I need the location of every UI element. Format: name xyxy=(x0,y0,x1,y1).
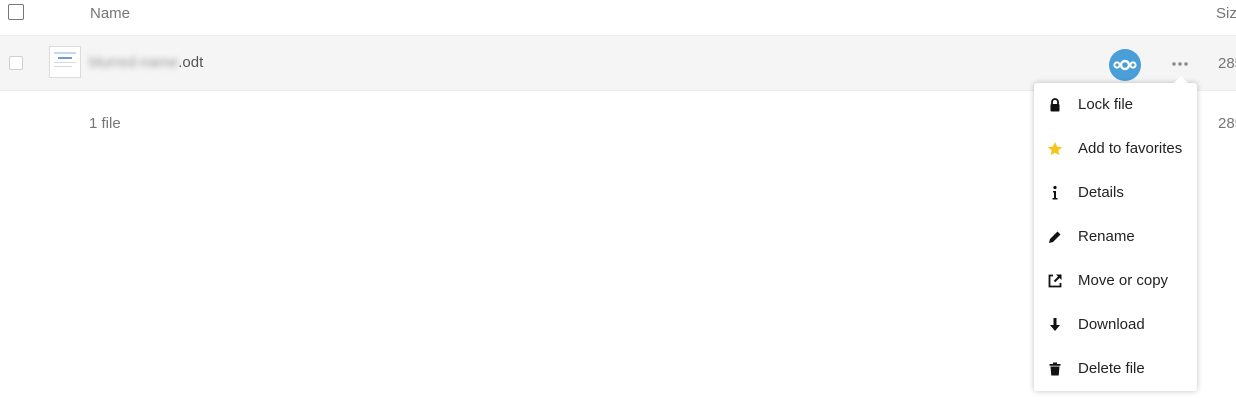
menu-item-move-or-copy[interactable]: Move or copy xyxy=(1034,259,1197,303)
menu-item-label: Rename xyxy=(1078,228,1135,245)
file-count-summary: 1 file xyxy=(89,115,121,132)
menu-item-label: Details xyxy=(1078,184,1124,201)
more-dots-icon[interactable] xyxy=(1168,54,1192,74)
pencil-icon xyxy=(1047,229,1063,245)
menu-item-add-to-favorites[interactable]: Add to favorites xyxy=(1034,127,1197,171)
file-row-checkbox[interactable] xyxy=(9,56,23,70)
trash-icon xyxy=(1047,361,1063,377)
file-size: 285 xyxy=(1218,55,1236,72)
info-icon xyxy=(1047,185,1063,201)
star-icon xyxy=(1047,141,1063,157)
lock-icon xyxy=(1047,97,1063,113)
external-link-icon xyxy=(1047,273,1063,289)
select-all-checkbox[interactable] xyxy=(8,4,24,20)
download-arrow-icon xyxy=(1047,317,1063,333)
file-name-base: blurred-name xyxy=(89,54,179,71)
menu-item-label: Move or copy xyxy=(1078,272,1169,289)
file-actions-menu: Lock file Add to favorites Details Renam… xyxy=(1034,76,1197,391)
column-header-size[interactable]: Siz xyxy=(1216,5,1236,22)
total-size-summary: 285 xyxy=(1218,115,1236,132)
menu-item-download[interactable]: Download xyxy=(1034,303,1197,347)
menu-item-label: Lock file xyxy=(1078,96,1134,113)
menu-item-details[interactable]: Details xyxy=(1034,171,1197,215)
menu-item-lock-file[interactable]: Lock file xyxy=(1034,83,1197,127)
file-name-extension: .odt xyxy=(178,54,204,71)
column-header-name[interactable]: Name xyxy=(90,5,130,22)
file-list-header: Name Siz xyxy=(0,0,1236,36)
menu-item-label: Add to favorites xyxy=(1078,140,1183,157)
nextcloud-share-icon[interactable] xyxy=(1109,49,1141,81)
menu-item-rename[interactable]: Rename xyxy=(1034,215,1197,259)
file-thumbnail[interactable] xyxy=(49,46,81,78)
menu-item-delete-file[interactable]: Delete file xyxy=(1034,347,1197,391)
menu-item-label: Delete file xyxy=(1078,360,1145,377)
menu-item-label: Download xyxy=(1078,316,1145,333)
file-name[interactable]: blurred-name.odt xyxy=(89,54,203,71)
